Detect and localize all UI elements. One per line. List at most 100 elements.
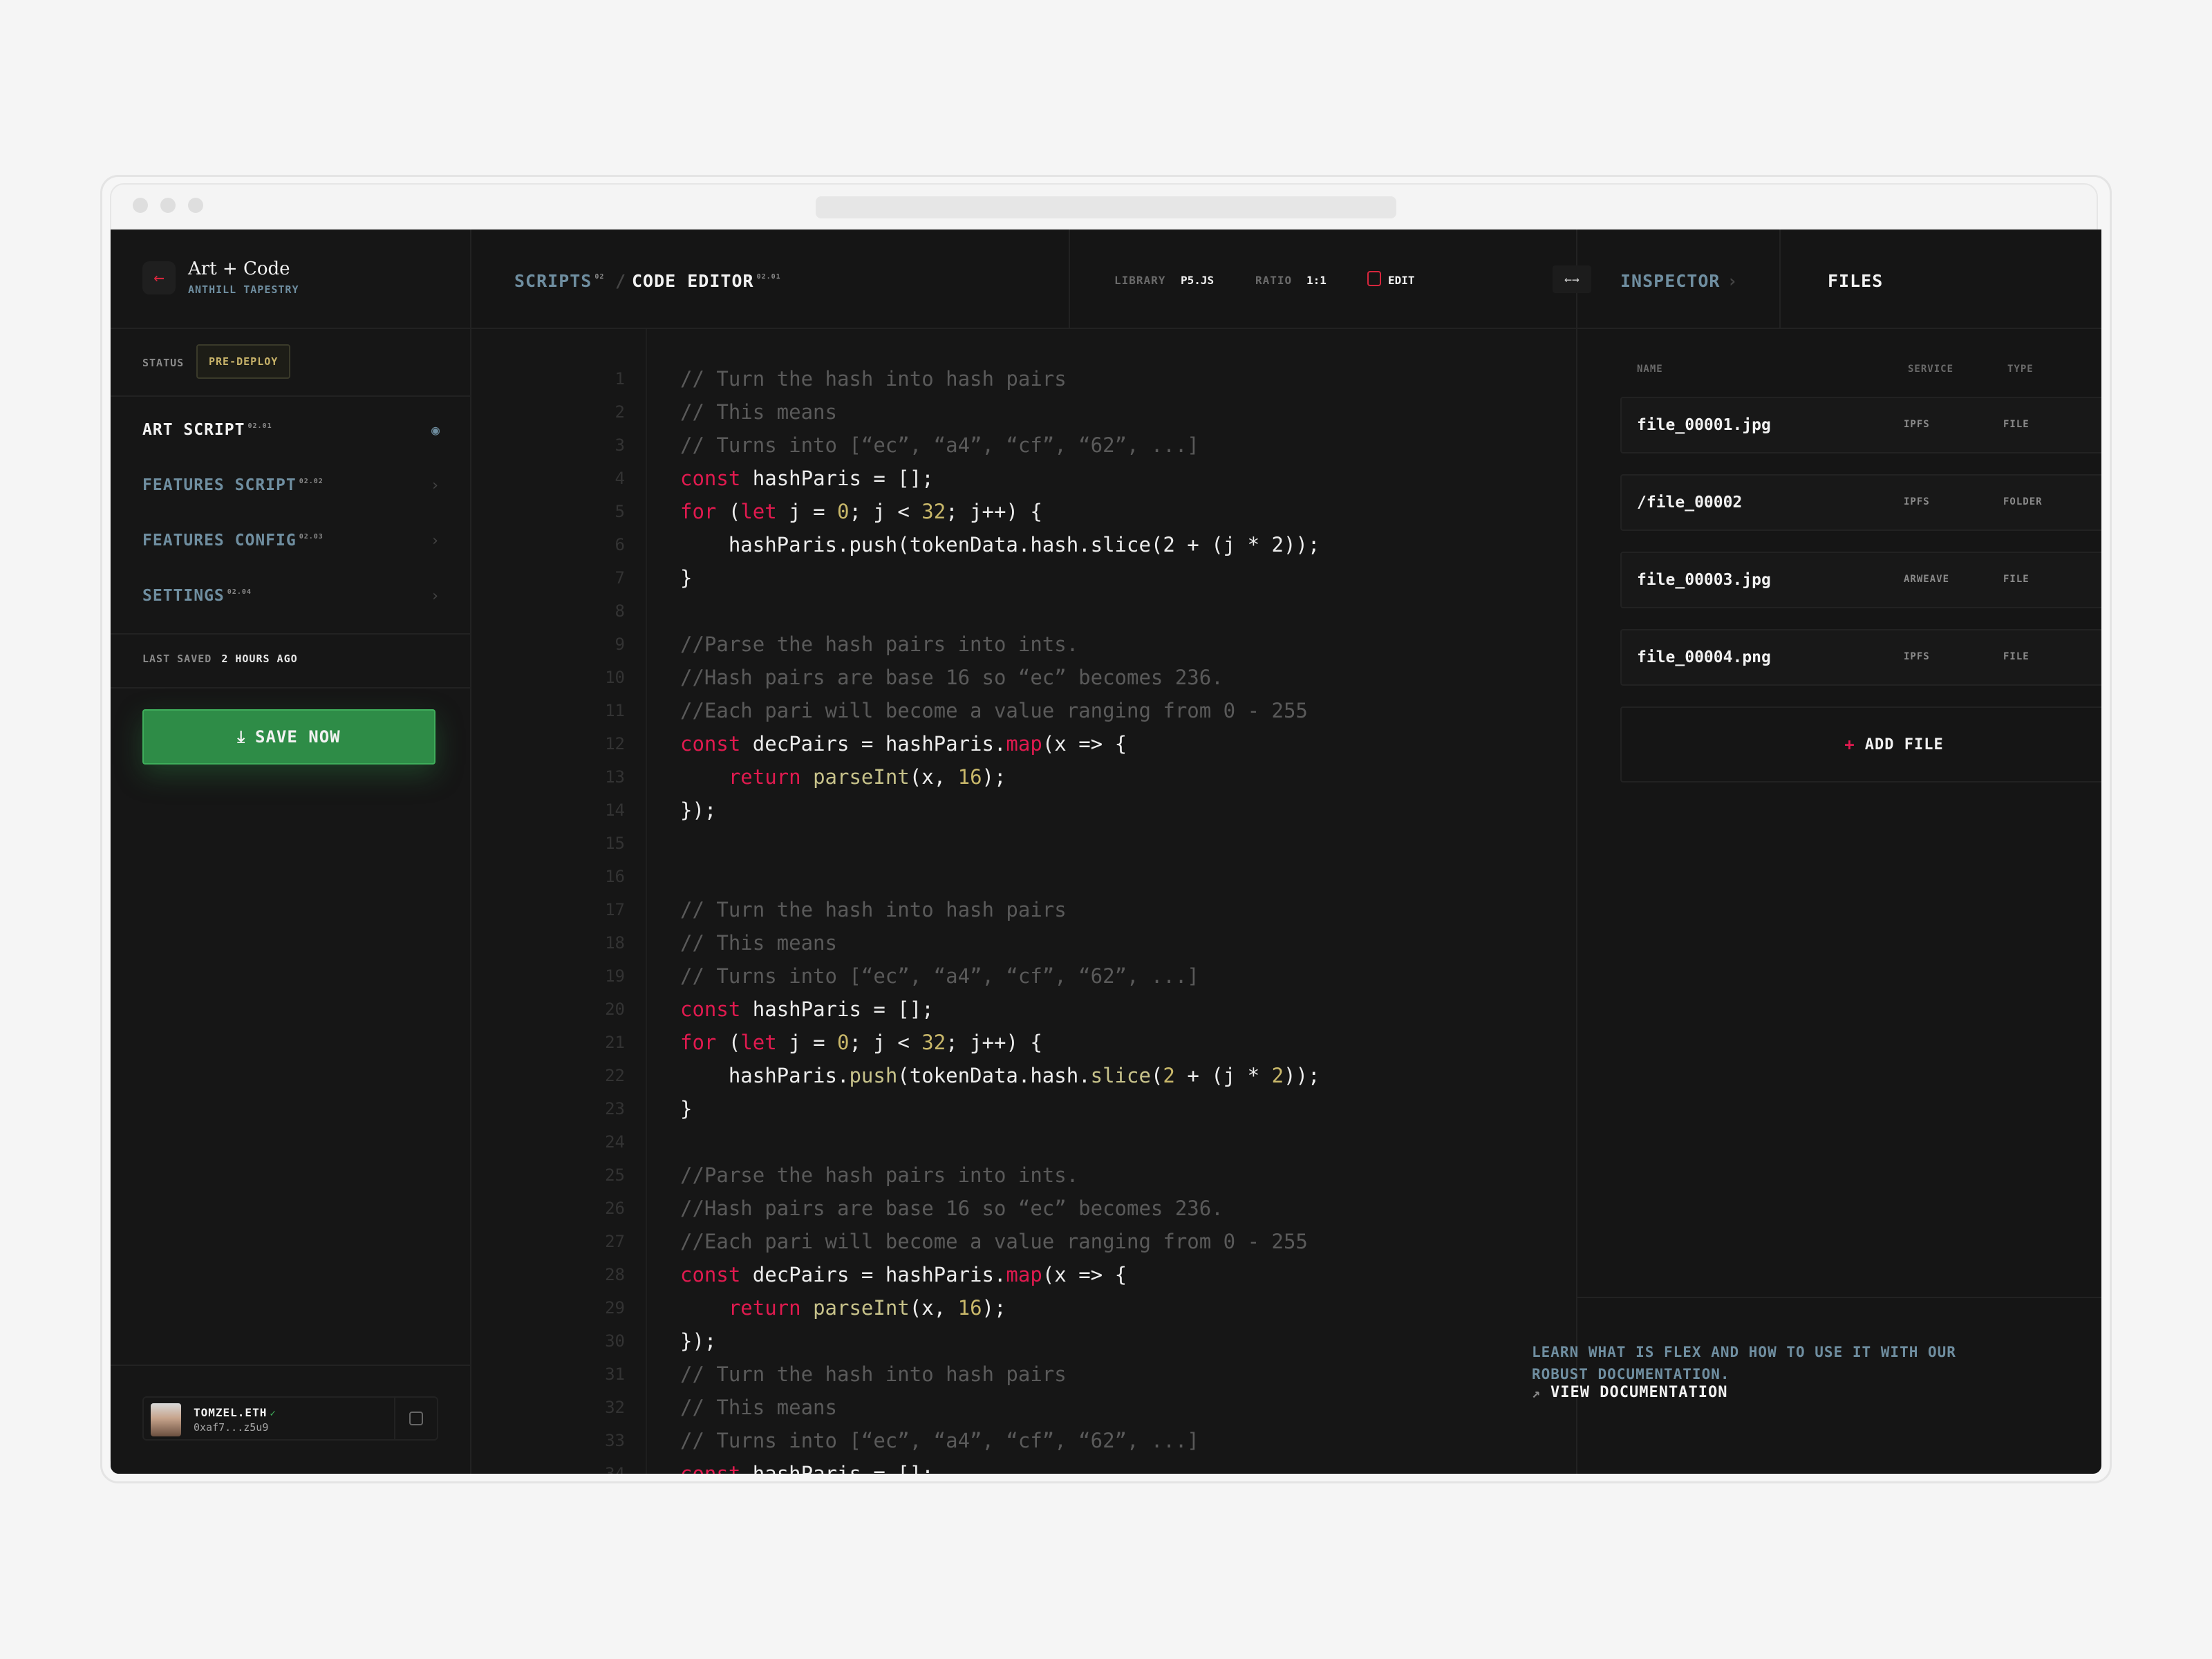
- code-text: //Each pari will become a value ranging …: [680, 1230, 1308, 1253]
- code-line[interactable]: 29 return parseInt(x, 16);: [471, 1291, 1576, 1324]
- code-line[interactable]: 30});: [471, 1324, 1576, 1358]
- code-line[interactable]: 17 // Turn the hash into hash pairs: [471, 893, 1576, 926]
- wallet-address: 0xaf7...z5u9: [194, 1421, 269, 1434]
- line-number: 6: [615, 535, 625, 554]
- file-row[interactable]: file_00003.jpg ARWEAVE FILE: [1620, 552, 2101, 608]
- code-line[interactable]: 28 const decPairs = hashParis.map(x => {: [471, 1258, 1576, 1291]
- code-line[interactable]: 15: [471, 827, 1576, 860]
- inspector-title[interactable]: INSPECTOR ›: [1620, 271, 1738, 291]
- verified-icon: ✓: [270, 1408, 276, 1419]
- code-line[interactable]: 6 hashParis.push(tokenData.hash.slice(2 …: [471, 528, 1576, 561]
- code-editor[interactable]: 1 // Turn the hash into hash pairs 2 // Thi…: [471, 329, 1576, 1474]
- app-window: ← Art + Code ANTHILL TAPESTRY STATUS PRE…: [111, 229, 2101, 1474]
- code-line[interactable]: 21 for (let j = 0; j < 32; j++) {: [471, 1026, 1576, 1059]
- nav-item-features-script[interactable]: FEATURES SCRIPT 02.02 ›: [142, 471, 440, 499]
- save-now-button[interactable]: ⤓ SAVE NOW: [142, 709, 435, 765]
- brand-subtitle: ANTHILL TAPESTRY: [188, 283, 299, 296]
- code-text: return parseInt(x, 16);: [680, 1296, 1006, 1320]
- code-line[interactable]: 27 //Each pari will become a value rangin…: [471, 1225, 1576, 1258]
- chevron-right-icon: ›: [430, 587, 440, 605]
- file-row[interactable]: file_00001.jpg IPFS FILE: [1620, 397, 2101, 453]
- code-line[interactable]: 32 // This means: [471, 1391, 1576, 1424]
- line-number: 16: [605, 867, 625, 886]
- code-line[interactable]: 10 //Hash pairs are base 16 so “ec” becom…: [471, 661, 1576, 694]
- code-line[interactable]: 9 //Parse the hash pairs into ints.: [471, 628, 1576, 661]
- code-text: return parseInt(x, 16);: [680, 765, 1006, 789]
- view-documentation-link[interactable]: ↗ VIEW DOCUMENTATION: [1532, 1384, 1727, 1401]
- col-header-name: NAME: [1637, 364, 1663, 375]
- divider: [1577, 1297, 2101, 1298]
- nav-item-settings[interactable]: SETTINGS 02.04 ›: [142, 582, 440, 610]
- breadcrumb-separator: /: [615, 271, 627, 291]
- code-text: //Each pari will become a value ranging …: [680, 699, 1308, 722]
- line-number: 21: [605, 1033, 625, 1052]
- edit-icon[interactable]: [1367, 271, 1381, 286]
- line-number: 27: [605, 1232, 625, 1251]
- nav-item-features-config[interactable]: FEATURES CONFIG 02.03 ›: [142, 527, 440, 554]
- code-line[interactable]: 20 const hashParis = [];: [471, 993, 1576, 1026]
- file-row[interactable]: /file_00002 IPFS FOLDER: [1620, 474, 2101, 531]
- user-card[interactable]: TOMZEL.ETH ✓ 0xaf7...z5u9: [142, 1396, 438, 1441]
- back-arrow-icon[interactable]: ←: [142, 261, 176, 294]
- nav-item-art-script[interactable]: ART SCRIPT 02.01 ◉: [142, 416, 440, 444]
- line-number: 3: [615, 435, 625, 455]
- page-title: CODE EDITOR 02.01: [632, 271, 781, 291]
- address-bar[interactable]: [816, 196, 1396, 218]
- edit-button[interactable]: EDIT: [1388, 274, 1415, 287]
- code-line[interactable]: 31 // Turn the hash into hash pairs: [471, 1358, 1576, 1391]
- line-number: 1: [615, 369, 625, 388]
- code-line[interactable]: 26 //Hash pairs are base 16 so “ec” becom…: [471, 1192, 1576, 1225]
- code-line[interactable]: 1 // Turn the hash into hash pairs: [471, 362, 1576, 395]
- file-service: IPFS: [1904, 419, 1930, 430]
- file-type: FILE: [2003, 651, 2030, 662]
- code-line[interactable]: 34 const hashParis = [];: [471, 1457, 1576, 1474]
- code-line[interactable]: 22 hashParis.push(tokenData.hash.slice(2…: [471, 1059, 1576, 1092]
- file-service: ARWEAVE: [1904, 574, 1950, 585]
- line-number: 29: [605, 1298, 625, 1318]
- eye-icon[interactable]: ◉: [431, 422, 440, 438]
- code-line[interactable]: 13 return parseInt(x, 16);: [471, 760, 1576, 794]
- line-number: 8: [615, 601, 625, 621]
- breadcrumb-scripts[interactable]: SCRIPTS 02: [514, 271, 604, 291]
- code-line[interactable]: 3 // Turns into [“ec”, “a4”, “cf”, “62”, …: [471, 429, 1576, 462]
- add-file-button[interactable]: + ADD FILE: [1620, 706, 2101, 782]
- code-text: }: [680, 1097, 693, 1121]
- file-type: FILE: [2003, 574, 2030, 585]
- save-button-label: SAVE NOW: [255, 727, 341, 747]
- window-close-dot[interactable]: [133, 198, 148, 213]
- window-minimize-dot[interactable]: [160, 198, 176, 213]
- code-line[interactable]: 33 // Turns into [“ec”, “a4”, “cf”, “62”,…: [471, 1424, 1576, 1457]
- code-line[interactable]: 5 for (let j = 0; j < 32; j++) {: [471, 495, 1576, 528]
- code-line[interactable]: 4 const hashParis = [];: [471, 462, 1576, 495]
- code-line[interactable]: 7}: [471, 561, 1576, 594]
- expand-arrows-icon[interactable]: ←→: [1553, 265, 1591, 293]
- code-text: // Turns into [“ec”, “a4”, “cf”, “62”, .…: [680, 964, 1199, 988]
- code-line[interactable]: 24: [471, 1125, 1576, 1159]
- tab-files[interactable]: FILES: [1828, 271, 1883, 291]
- disconnect-icon[interactable]: [409, 1412, 423, 1425]
- nav-item-label: FEATURES SCRIPT 02.02: [142, 476, 324, 494]
- code-line[interactable]: 8: [471, 594, 1576, 628]
- ratio-value: 1:1: [1306, 274, 1327, 287]
- code-line[interactable]: 23}: [471, 1092, 1576, 1125]
- code-line[interactable]: 11 //Each pari will become a value rangin…: [471, 694, 1576, 727]
- code-line[interactable]: 2 // This means: [471, 395, 1576, 429]
- code-line[interactable]: 19 // Turns into [“ec”, “a4”, “cf”, “62”,…: [471, 959, 1576, 993]
- file-row[interactable]: file_00004.png IPFS FILE: [1620, 629, 2101, 686]
- code-text: //Parse the hash pairs into ints.: [680, 1163, 1079, 1187]
- line-number: 20: [605, 1000, 625, 1019]
- code-line[interactable]: 25 //Parse the hash pairs into ints.: [471, 1159, 1576, 1192]
- line-number: 9: [615, 635, 625, 654]
- file-name: file_00004.png: [1637, 648, 1771, 666]
- divider: [1779, 229, 1781, 328]
- line-number: 12: [605, 734, 625, 753]
- code-text: //Parse the hash pairs into ints.: [680, 632, 1079, 656]
- code-line[interactable]: 16: [471, 860, 1576, 893]
- code-line[interactable]: 18 // This means: [471, 926, 1576, 959]
- file-service: IPFS: [1904, 651, 1930, 662]
- window-maximize-dot[interactable]: [188, 198, 203, 213]
- line-number: 13: [605, 767, 625, 787]
- code-line[interactable]: 12 const decPairs = hashParis.map(x => {: [471, 727, 1576, 760]
- code-line[interactable]: 14});: [471, 794, 1576, 827]
- file-service: IPFS: [1904, 496, 1930, 507]
